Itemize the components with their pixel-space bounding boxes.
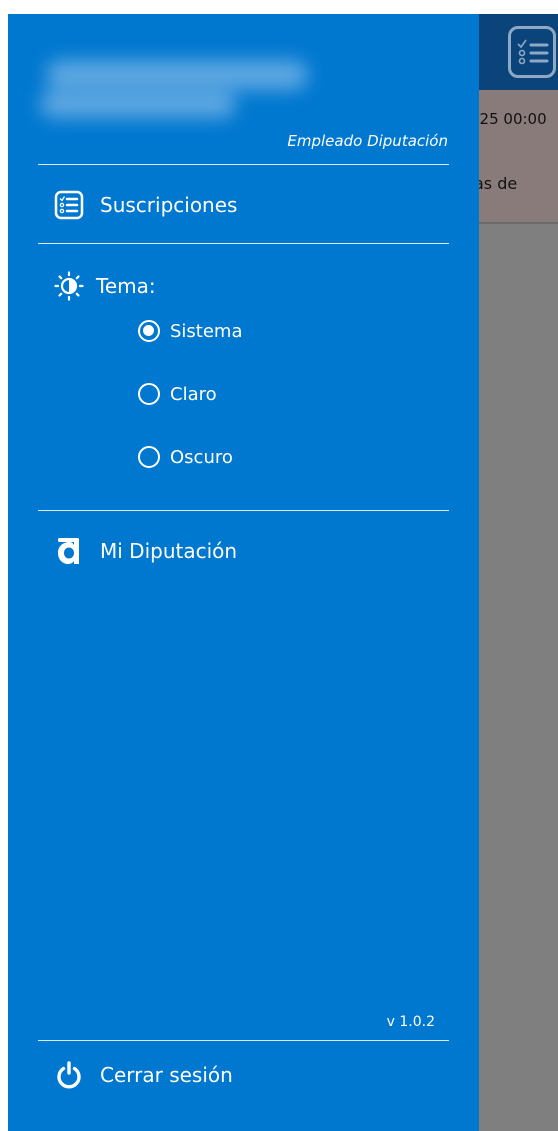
card-date: 025 00:00 bbox=[470, 110, 547, 128]
menu-item-my-diputacion[interactable]: Mi Diputación bbox=[54, 536, 237, 566]
radio-button-unchecked[interactable] bbox=[138, 383, 160, 405]
checklist-icon bbox=[54, 190, 84, 220]
divider bbox=[38, 510, 449, 511]
logout-label: Cerrar sesión bbox=[100, 1063, 233, 1087]
theme-option-system[interactable]: Sistema bbox=[138, 320, 243, 342]
screen: 025 00:00 as de Empleado Diputación Susc… bbox=[0, 0, 558, 1131]
menu-label-my-diputacion: Mi Diputación bbox=[100, 539, 238, 563]
diputacion-logo-icon bbox=[54, 536, 84, 566]
theme-option-dark[interactable]: Oscuro bbox=[138, 446, 233, 468]
user-info-blurred bbox=[32, 56, 312, 124]
brightness-icon bbox=[54, 271, 84, 301]
logout-button[interactable]: Cerrar sesión bbox=[54, 1060, 233, 1090]
user-role: Empleado Diputación bbox=[287, 132, 448, 150]
power-icon bbox=[54, 1060, 84, 1090]
card-text: as de bbox=[474, 174, 518, 193]
app-version: v 1.0.2 bbox=[386, 1014, 435, 1030]
radio-button-unchecked[interactable] bbox=[138, 446, 160, 468]
theme-option-label: Claro bbox=[170, 383, 217, 405]
divider bbox=[38, 1040, 449, 1041]
divider bbox=[38, 164, 449, 165]
theme-label: Tema: bbox=[96, 274, 156, 298]
menu-item-subscriptions[interactable]: Suscripciones bbox=[54, 190, 237, 220]
theme-option-label: Sistema bbox=[170, 320, 243, 342]
theme-option-label: Oscuro bbox=[170, 446, 233, 468]
theme-option-light[interactable]: Claro bbox=[138, 383, 217, 405]
navigation-drawer: Empleado Diputación Suscripciones Tema: … bbox=[8, 14, 479, 1131]
user-name-redacted bbox=[46, 60, 308, 90]
radio-button-checked[interactable] bbox=[138, 320, 160, 342]
theme-section-header: Tema: bbox=[54, 271, 156, 301]
subscriptions-list-icon bbox=[508, 26, 556, 78]
user-detail-redacted bbox=[40, 90, 236, 118]
divider bbox=[38, 243, 449, 244]
menu-label-subscriptions: Suscripciones bbox=[100, 193, 238, 217]
